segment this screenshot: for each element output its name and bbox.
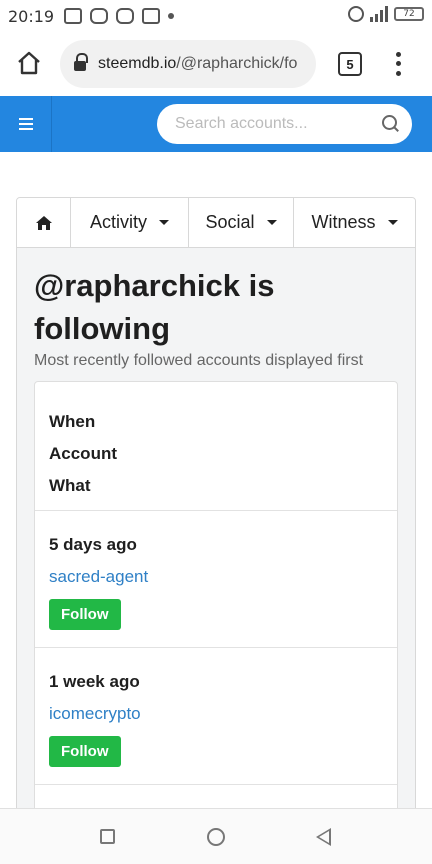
status-bar: 20:19 72 bbox=[0, 0, 432, 32]
tab-witness[interactable]: Witness bbox=[294, 198, 415, 247]
notification-icons bbox=[64, 8, 175, 24]
account-link[interactable]: icomecrypto bbox=[49, 704, 383, 724]
tab-witness-label: Witness bbox=[311, 212, 376, 232]
more-notifications-icon bbox=[168, 13, 175, 19]
browser-home-icon[interactable] bbox=[16, 50, 42, 76]
gamepad-icon bbox=[116, 8, 135, 24]
tab-activity[interactable]: Activity bbox=[71, 198, 189, 247]
back-icon[interactable] bbox=[316, 828, 331, 846]
tab-activity-label: Activity bbox=[89, 212, 147, 232]
url-domain: steemdb.io bbox=[98, 55, 177, 72]
tab-home[interactable] bbox=[17, 198, 71, 247]
url-text: steemdb.io/@rapharchick/fo bbox=[98, 55, 297, 73]
news-icon bbox=[64, 8, 83, 24]
follow-time: 5 days ago bbox=[49, 535, 137, 554]
column-header-when: When bbox=[49, 412, 96, 431]
following-panel: Activity Social Witness @rapharchick is … bbox=[16, 197, 416, 817]
browser-menu-icon[interactable] bbox=[393, 50, 403, 78]
home-circle-icon[interactable] bbox=[207, 828, 225, 846]
url-bar[interactable]: steemdb.io/@rapharchick/fo bbox=[60, 40, 316, 88]
follow-badge[interactable]: Follow bbox=[49, 599, 121, 630]
battery-icon: 72 bbox=[394, 7, 424, 21]
alarm-icon bbox=[348, 6, 364, 22]
tab-social[interactable]: Social bbox=[189, 198, 294, 247]
column-header-what: What bbox=[49, 476, 91, 495]
tab-social-label: Social bbox=[205, 212, 255, 232]
url-path: /@rapharchick/fo bbox=[176, 55, 298, 72]
mail-icon bbox=[142, 8, 161, 24]
chevron-down-icon bbox=[387, 220, 398, 225]
hamburger-menu-icon[interactable] bbox=[0, 96, 52, 152]
page-heading: @rapharchick is following Most recently … bbox=[17, 248, 415, 370]
lock-icon bbox=[74, 53, 88, 71]
home-icon bbox=[35, 215, 52, 230]
follow-time: 1 week ago bbox=[49, 672, 140, 691]
page-title: @rapharchick is following bbox=[34, 268, 275, 346]
recent-apps-icon[interactable] bbox=[100, 829, 115, 844]
list-item: 5 days ago sacred-agent Follow bbox=[35, 511, 397, 648]
search-input[interactable] bbox=[175, 115, 382, 133]
chevron-down-icon bbox=[266, 220, 277, 225]
site-header bbox=[0, 96, 432, 152]
search-box bbox=[157, 104, 412, 144]
gamepad-icon bbox=[90, 8, 109, 24]
list-item: 1 week ago icomecrypto Follow bbox=[35, 648, 397, 785]
tab-switcher-button[interactable]: 5 bbox=[338, 52, 362, 76]
signal-icon bbox=[370, 6, 388, 22]
system-icons: 72 bbox=[348, 6, 424, 22]
list-header: When Account What bbox=[35, 382, 397, 511]
account-nav-tabs: Activity Social Witness bbox=[17, 198, 415, 248]
search-icon[interactable] bbox=[382, 115, 397, 133]
chevron-down-icon bbox=[159, 220, 169, 225]
system-nav-bar bbox=[0, 808, 432, 864]
browser-toolbar: steemdb.io/@rapharchick/fo 5 bbox=[0, 32, 432, 96]
follow-badge[interactable]: Follow bbox=[49, 736, 121, 767]
status-time: 20:19 bbox=[8, 6, 55, 26]
following-list: When Account What 5 days ago sacred-agen… bbox=[34, 381, 398, 816]
column-header-account: Account bbox=[49, 444, 117, 463]
account-link[interactable]: sacred-agent bbox=[49, 567, 383, 587]
page-subtitle: Most recently followed accounts displaye… bbox=[34, 352, 364, 369]
